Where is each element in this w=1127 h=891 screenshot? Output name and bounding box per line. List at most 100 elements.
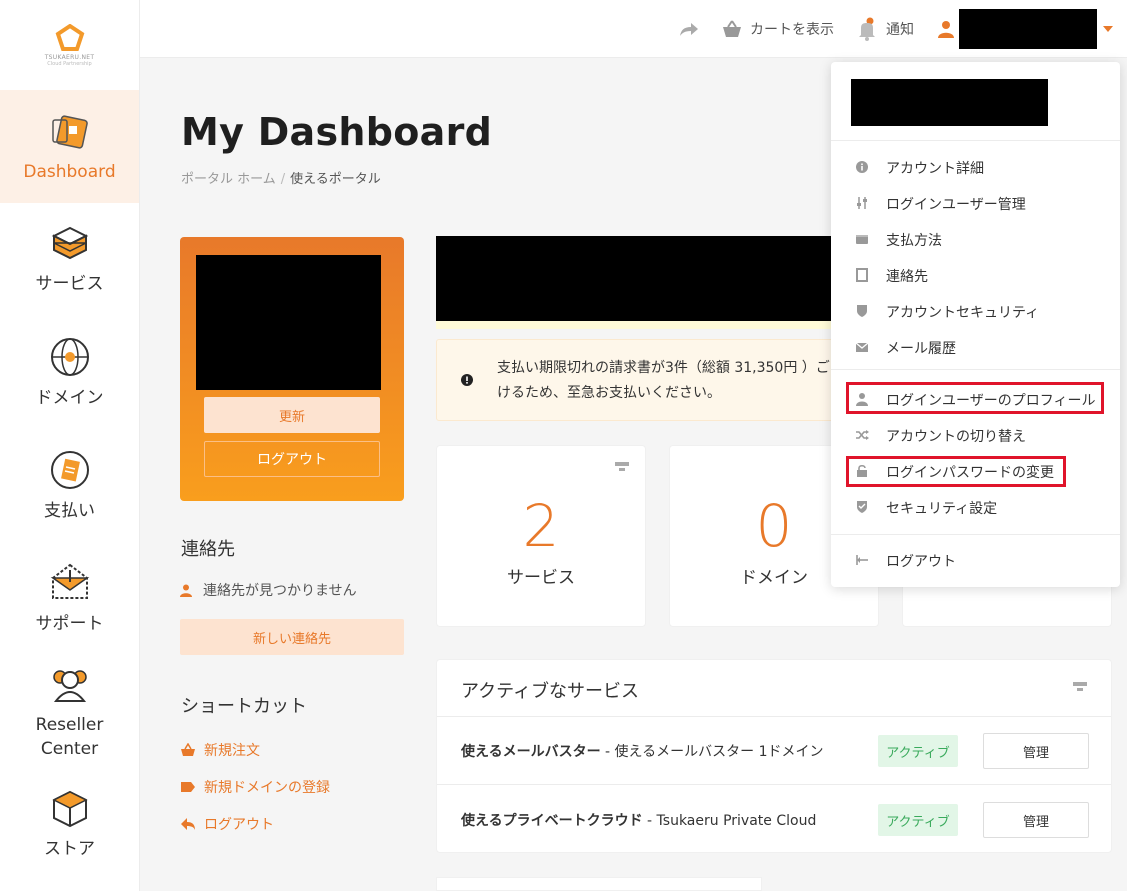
menu-item-label: 連絡先 <box>886 269 928 285</box>
alert-text-line2: けるため、至急お支払いください。 <box>497 385 721 401</box>
service-product: 使えるプライベートクラウド <box>461 813 643 829</box>
shortcut-label: 新規ドメインの登録 <box>204 780 330 796</box>
menu-divider <box>831 534 1120 535</box>
profile-info-redacted <box>196 255 381 390</box>
menu-item-switch-account[interactable]: アカウントの切り替え <box>831 417 1120 453</box>
service-desc: - Tsukaeru Private Cloud <box>642 813 817 829</box>
menu-item-label: アカウントセキュリティ <box>886 305 1040 321</box>
bell-icon <box>859 17 875 41</box>
menu-item-login-user-management[interactable]: ログインユーザー管理 <box>831 185 1120 221</box>
shortcut-new-order[interactable]: 新規注文 <box>180 740 260 760</box>
menu-item-contacts[interactable]: 連絡先 <box>831 257 1120 293</box>
user-icon <box>938 21 954 38</box>
globe-icon <box>50 337 89 376</box>
panel-icon <box>615 462 629 471</box>
share-icon <box>680 23 698 36</box>
sidebar-item-reseller-center[interactable]: Reseller Center <box>0 655 139 768</box>
sidebar-item-domains[interactable]: ドメイン <box>0 316 139 429</box>
update-button[interactable]: 更新 <box>204 397 380 433</box>
top-bar: カートを表示 通知 <box>140 0 1127 58</box>
sidebar-item-dashboard[interactable]: Dashboard <box>0 90 139 203</box>
logo[interactable]: TSUKAERU.NET Cloud Partnership <box>0 0 139 90</box>
alert-text: 支払い期限切れの請求書が3件（総額 31,350円 ）ござ けるため、至急お支払… <box>497 356 837 406</box>
breadcrumb-separator: / <box>280 172 286 187</box>
menu-item-label: ログアウト <box>886 554 956 570</box>
sidebar-item-label: 支払い <box>44 500 95 521</box>
dropdown-user-redacted <box>851 79 1048 126</box>
shortcut-label: 新規注文 <box>204 743 260 759</box>
logout-button[interactable]: ログアウト <box>204 441 380 477</box>
shield-icon <box>857 305 867 317</box>
box-stack-icon <box>51 226 88 259</box>
caret-down-icon <box>1103 26 1113 32</box>
logo-subtext: Cloud Partnership <box>47 60 92 67</box>
menu-item-account-security[interactable]: アカウントセキュリティ <box>831 293 1120 329</box>
page-title: My Dashboard <box>181 110 493 154</box>
shortcut-register-domain[interactable]: 新規ドメインの登録 <box>180 777 330 797</box>
user-menu-toggle[interactable] <box>937 0 1113 58</box>
logo-text: TSUKAERU.NET <box>44 53 95 61</box>
menu-item-label: アカウントの切り替え <box>886 429 1026 445</box>
menu-item-label: セキュリティ設定 <box>886 501 998 517</box>
contacts-title: 連絡先 <box>181 539 235 560</box>
wallet-icon <box>856 235 868 244</box>
shortcut-logout[interactable]: ログアウト <box>180 814 274 834</box>
notifications-label: 通知 <box>886 22 914 38</box>
notifications-button[interactable]: 通知 <box>857 0 914 58</box>
exclamation-circle-icon <box>461 374 473 386</box>
status-badge: アクティブ <box>878 804 958 836</box>
view-cart-button[interactable]: カートを表示 <box>722 0 834 58</box>
next-panel <box>436 877 762 891</box>
new-contact-button[interactable]: 新しい連絡先 <box>180 619 404 655</box>
manage-button[interactable]: 管理 <box>983 733 1089 769</box>
alert-text-line1: 支払い期限切れの請求書が3件（総額 31,350円 ）ござ <box>497 360 837 376</box>
logout-icon <box>856 555 868 565</box>
sidebar-item-label: ドメイン <box>35 387 104 408</box>
user-dropdown-menu: アカウント詳細 ログインユーザー管理 支払方法 連絡先 アカウントセキュリティ … <box>831 62 1120 587</box>
service-row[interactable]: 使えるプライベートクラウド - Tsukaeru Private Cloud ア… <box>437 786 1111 854</box>
contacts-empty-text: 連絡先が見つかりません <box>203 583 357 599</box>
sidebar-item-label: サポート <box>35 613 104 634</box>
service-product: 使えるメールバスター <box>461 744 601 760</box>
active-services-panel: アクティブなサービス 使えるメールバスター - 使えるメールバスター 1ドメイン… <box>436 659 1112 853</box>
sidebar-item-support[interactable]: サポート <box>0 542 139 655</box>
menu-item-email-history[interactable]: メール履歴 <box>831 329 1120 365</box>
arrow-left-icon <box>181 818 195 830</box>
sidebar-item-payments[interactable]: 支払い <box>0 429 139 542</box>
contacts-empty: 連絡先が見つかりません <box>180 580 357 600</box>
sidebar-item-label: サービス <box>35 273 104 294</box>
active-services-header: アクティブなサービス <box>437 660 1111 717</box>
cube-icon <box>51 790 88 827</box>
breadcrumb: ポータル ホーム / 使えるポータル <box>181 168 381 187</box>
sidebar-item-store[interactable]: ストア <box>0 768 139 881</box>
menu-item-label: 支払方法 <box>886 233 942 249</box>
breadcrumb-home-link[interactable]: ポータル ホーム <box>181 172 276 187</box>
highlight-box-password <box>846 456 1066 487</box>
shortcut-label: ログアウト <box>204 817 274 833</box>
menu-item-logout[interactable]: ログアウト <box>831 542 1120 578</box>
reseller-users-icon <box>52 669 87 702</box>
sidebar-item-services[interactable]: サービス <box>0 203 139 316</box>
stat-card-services[interactable]: 2 サービス <box>436 445 646 627</box>
banner-strip <box>436 321 836 329</box>
breadcrumb-current: 使えるポータル <box>290 172 381 187</box>
service-name: 使えるメールバスター - 使えるメールバスター 1ドメイン <box>461 741 823 761</box>
profile-card: 更新 ログアウト <box>180 237 404 501</box>
panel-icon[interactable] <box>1073 682 1087 692</box>
manage-button[interactable]: 管理 <box>983 802 1089 838</box>
shortcuts-title: ショートカット <box>181 696 307 717</box>
menu-item-label: メール履歴 <box>886 341 956 357</box>
address-book-icon <box>856 268 868 282</box>
shuffle-icon <box>856 430 869 440</box>
menu-item-account-details[interactable]: アカウント詳細 <box>831 149 1120 185</box>
shield-check-icon <box>857 501 867 513</box>
menu-item-payment-methods[interactable]: 支払方法 <box>831 221 1120 257</box>
service-row[interactable]: 使えるメールバスター - 使えるメールバスター 1ドメイン アクティブ 管理 <box>437 717 1111 785</box>
share-button[interactable] <box>679 0 699 58</box>
payment-icon <box>50 450 89 489</box>
view-cart-label: カートを表示 <box>750 22 834 38</box>
sidebar-item-label: Reseller Center <box>35 714 104 759</box>
dashboard-icon <box>51 114 88 149</box>
menu-item-security-settings[interactable]: セキュリティ設定 <box>831 489 1120 525</box>
menu-item-label: アカウント詳細 <box>886 161 984 177</box>
